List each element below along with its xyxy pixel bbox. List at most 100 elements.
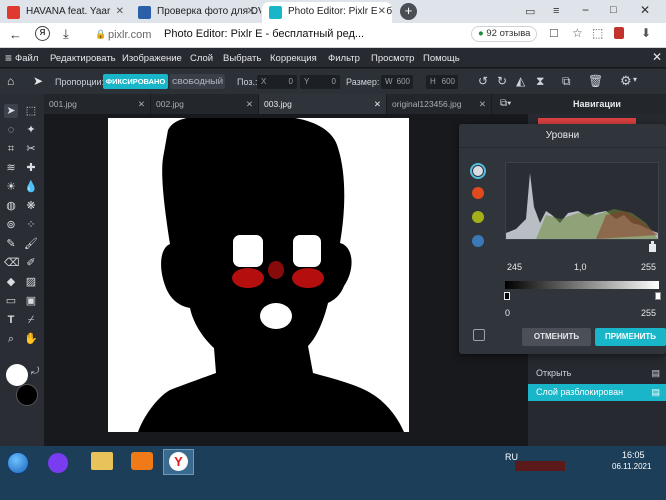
- home-icon[interactable]: ⌂: [7, 74, 14, 88]
- pattern-tool-icon[interactable]: ⁘: [24, 218, 38, 232]
- hamburger-icon[interactable]: ≡: [5, 51, 12, 65]
- minimize-icon[interactable]: −: [582, 3, 589, 17]
- marquee-tool-icon[interactable]: ⬚: [24, 104, 38, 118]
- menu-filter[interactable]: Фильтр: [328, 53, 360, 64]
- height-input[interactable]: H 600: [426, 75, 458, 89]
- rotate-left-icon[interactable]: ↺: [478, 74, 488, 88]
- new-tab-button[interactable]: +: [400, 3, 417, 20]
- menu-select[interactable]: Выбрать: [223, 53, 261, 64]
- zoom-tool-icon[interactable]: ⌕: [4, 332, 18, 346]
- menu-icon[interactable]: ≡: [553, 5, 559, 17]
- fixed-toggle[interactable]: ФИКСИРОВАНО: [103, 74, 168, 89]
- foreground-color-swatch[interactable]: [6, 364, 28, 386]
- eyedropper-tool-icon[interactable]: ⌿: [24, 313, 38, 327]
- downloads-icon[interactable]: ⤓: [63, 26, 69, 42]
- start-button[interactable]: [7, 452, 29, 474]
- pencil-tool-icon[interactable]: ✎: [4, 237, 18, 251]
- extension-icon[interactable]: ⬚: [592, 26, 603, 40]
- explorer-icon[interactable]: [91, 452, 113, 470]
- browser-taskbar-button[interactable]: Y: [163, 449, 194, 475]
- close-icon[interactable]: ✕: [378, 2, 386, 22]
- brush-tool-icon[interactable]: 🖌: [24, 237, 38, 251]
- tabs-list-icon[interactable]: ▭: [525, 5, 535, 18]
- output-high-handle[interactable]: [655, 292, 661, 300]
- close-icon[interactable]: ✕: [116, 2, 124, 22]
- trash-icon[interactable]: 🗑: [588, 74, 603, 88]
- output-high-value[interactable]: 255: [641, 308, 656, 318]
- heal-tool-icon[interactable]: ✚: [24, 161, 38, 175]
- close-icon[interactable]: ✕: [479, 94, 486, 114]
- clock-time[interactable]: 16:05: [622, 450, 645, 460]
- channel-red[interactable]: [472, 187, 484, 199]
- dodge-tool-icon[interactable]: ◍: [4, 199, 18, 213]
- x-input[interactable]: X0: [257, 75, 297, 89]
- browser-tab-active[interactable]: Photo Editor: Pixlr E - бе ✕: [262, 2, 392, 23]
- apply-button[interactable]: ПРИМЕНИТЬ: [595, 328, 666, 346]
- free-toggle[interactable]: СВОБОДНЫЙ: [170, 74, 225, 89]
- close-icon[interactable]: ✕: [374, 94, 381, 114]
- blur-tool-icon[interactable]: ❋: [24, 199, 38, 213]
- back-icon[interactable]: ←: [9, 27, 22, 42]
- input-high-value[interactable]: 255: [641, 262, 656, 272]
- menu-image[interactable]: Изображение: [122, 53, 182, 64]
- input-high-handle[interactable]: [649, 244, 656, 252]
- flip-vertical-icon[interactable]: ⧗: [536, 74, 544, 89]
- bookmark-icon[interactable]: ☐: [549, 27, 559, 40]
- drop-tool-icon[interactable]: 💧: [24, 180, 38, 194]
- width-input[interactable]: W 600: [381, 75, 413, 89]
- menu-edit[interactable]: Редактировать: [50, 53, 116, 64]
- menu-help[interactable]: Помощь: [423, 53, 460, 64]
- reviews-badge[interactable]: ● 92 отзыва: [471, 26, 538, 42]
- channel-rgb[interactable]: [470, 163, 486, 179]
- lasso-tool-icon[interactable]: ◌: [4, 123, 18, 137]
- close-window-icon[interactable]: ✕: [640, 3, 650, 17]
- url-text[interactable]: pixlr.com: [108, 29, 151, 41]
- browser-tab[interactable]: Проверка фото для DV-20 ✕: [131, 2, 261, 23]
- arrange-icon[interactable]: ➤: [33, 74, 43, 88]
- color-replace-icon[interactable]: ✐: [24, 256, 38, 270]
- clock-date[interactable]: 06.11.2021: [612, 462, 651, 471]
- menu-layer[interactable]: Слой: [190, 53, 213, 64]
- clone-tool-icon[interactable]: ⊚: [4, 218, 18, 232]
- arrange-tool-icon[interactable]: ➤: [4, 104, 18, 118]
- close-icon[interactable]: ✕: [246, 94, 253, 114]
- cancel-button[interactable]: ОТМЕНИТЬ: [522, 328, 591, 346]
- compare-icon[interactable]: [473, 329, 485, 341]
- swap-colors-icon[interactable]: ⤾: [31, 366, 39, 377]
- background-color-swatch[interactable]: [16, 384, 38, 406]
- menu-view[interactable]: Просмотр: [371, 53, 414, 64]
- menu-file[interactable]: Файл: [15, 53, 38, 64]
- tabs-menu-icon[interactable]: ⧉▾: [500, 98, 511, 109]
- wand-tool-icon[interactable]: ✦: [24, 123, 38, 137]
- liquify-tool-icon[interactable]: ≋: [4, 161, 18, 175]
- doc-tab[interactable]: 001.jpg ✕: [44, 94, 151, 114]
- hand-tool-icon[interactable]: ✋: [24, 332, 38, 346]
- settings-gear-icon[interactable]: ⚙: [620, 73, 632, 89]
- image-tool-icon[interactable]: ▣: [24, 294, 38, 308]
- shape-tool-icon[interactable]: ▭: [4, 294, 18, 308]
- doc-tab[interactable]: original123456.jpg ✕: [387, 94, 492, 114]
- alice-icon[interactable]: [48, 453, 68, 473]
- channel-blue[interactable]: [472, 235, 484, 247]
- media-player-icon[interactable]: [131, 452, 153, 470]
- close-icon[interactable]: ✕: [247, 2, 255, 22]
- gamma-value[interactable]: 1,0: [574, 262, 587, 272]
- output-low-value[interactable]: 0: [505, 308, 510, 318]
- doc-tab[interactable]: 002.jpg ✕: [151, 94, 259, 114]
- extension-red-icon[interactable]: [614, 27, 624, 39]
- chevron-down-icon[interactable]: ▾: [633, 75, 637, 84]
- rotate-right-icon[interactable]: ↻: [497, 74, 507, 88]
- image-canvas[interactable]: [108, 115, 409, 432]
- download-arrow-icon[interactable]: ⬇: [641, 26, 651, 40]
- language-indicator[interactable]: RU: [505, 452, 518, 462]
- eraser-tool-icon[interactable]: ⌫: [4, 256, 20, 270]
- maximize-icon[interactable]: □: [610, 4, 617, 16]
- text-tool-icon[interactable]: T: [4, 313, 18, 327]
- channel-green[interactable]: [472, 211, 484, 223]
- doc-tab-active[interactable]: 003.jpg ✕: [259, 94, 387, 114]
- history-item[interactable]: Открыть ▤: [528, 365, 666, 382]
- bookmark-star-icon[interactable]: ☆: [572, 26, 583, 40]
- close-icon[interactable]: ✕: [138, 94, 145, 114]
- fill-tool-icon[interactable]: ◆: [4, 275, 18, 289]
- input-low-value[interactable]: 245: [507, 262, 522, 272]
